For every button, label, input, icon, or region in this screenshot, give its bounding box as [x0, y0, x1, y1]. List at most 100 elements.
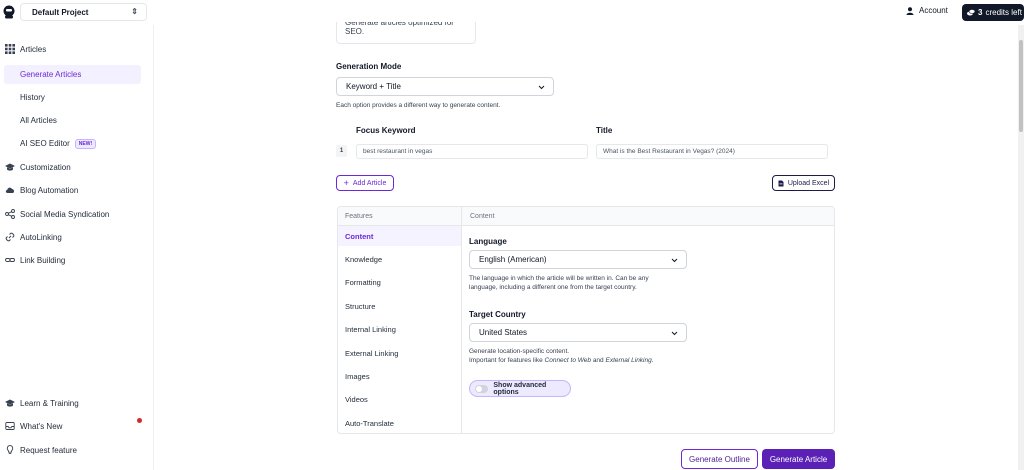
- generate-article-button[interactable]: Generate Article: [762, 449, 835, 469]
- upload-excel-button[interactable]: Upload Excel: [772, 175, 835, 191]
- generation-mode-value: Keyword + Title: [346, 82, 401, 91]
- grid-icon: [5, 44, 15, 54]
- sidebar-item-history[interactable]: History: [4, 88, 141, 107]
- share-icon: [5, 209, 15, 219]
- sidebar-item-label: History: [20, 93, 45, 102]
- chevron-down-icon: [671, 331, 678, 335]
- sidebar-item-label: AI SEO Editor: [20, 139, 70, 148]
- sidebar-item-ai-seo-editor[interactable]: AI SEO Editor NEW!: [4, 134, 141, 153]
- plus-icon: +: [343, 177, 349, 188]
- sidebar-item-label: Link Building: [20, 256, 66, 265]
- sidebar-item-label: AutoLinking: [20, 233, 62, 242]
- country-select[interactable]: United States: [469, 323, 687, 342]
- chevron-down-icon: [538, 85, 545, 89]
- sidebar-item-label: Social Media Syndication: [20, 210, 110, 219]
- sidebar-item-blog-automation[interactable]: Blog Automation: [4, 181, 141, 200]
- language-select[interactable]: English (American): [469, 250, 687, 269]
- feature-tab-images[interactable]: Images: [338, 366, 461, 386]
- focus-keyword-value: best restaurant in vegas: [363, 148, 433, 155]
- sidebar-item-social-media[interactable]: Social Media Syndication: [4, 205, 141, 224]
- sidebar-item-link-building[interactable]: Link Building: [4, 251, 141, 270]
- feature-tab-formatting[interactable]: Formatting: [338, 272, 461, 292]
- sidebar-item-label: Request feature: [20, 446, 77, 455]
- credits-badge[interactable]: 3 credits left: [962, 4, 1024, 21]
- feature-tab-knowledge[interactable]: Knowledge: [338, 249, 461, 269]
- feature-tab-structure[interactable]: Structure: [338, 296, 461, 316]
- country-help: Generate location-specific content. Impo…: [469, 347, 654, 365]
- advanced-options-label: Show advanced options: [493, 381, 547, 396]
- inbox-icon: [5, 422, 15, 430]
- sidebar-item-articles[interactable]: Articles: [4, 40, 141, 59]
- user-icon: [906, 6, 914, 15]
- focus-keyword-header: Focus Keyword: [356, 126, 416, 135]
- title-input[interactable]: What is the Best Restaurant in Vegas? (2…: [596, 144, 828, 159]
- logo-icon[interactable]: [3, 5, 15, 19]
- file-icon: [778, 180, 784, 186]
- country-help-text: .: [651, 357, 654, 364]
- features-header: Features: [338, 207, 462, 226]
- feature-tab-external-linking[interactable]: External Linking: [338, 343, 461, 363]
- chevron-updown-icon: ⇕: [131, 7, 138, 16]
- sidebar-item-label: Learn & Training: [20, 399, 79, 408]
- feature-tab-videos[interactable]: Videos: [338, 389, 461, 409]
- country-help-line: Important for features like Connect to W…: [469, 356, 654, 365]
- account-label: Account: [919, 6, 948, 15]
- new-badge: NEW!: [74, 138, 97, 149]
- generation-mode-select[interactable]: Keyword + Title: [336, 77, 554, 96]
- credits-suffix: credits left: [985, 8, 1022, 17]
- feature-tab-content[interactable]: Content: [338, 226, 461, 246]
- features-list: Content Knowledge Formatting Structure I…: [338, 226, 462, 433]
- country-help-text: Important for features like: [469, 357, 545, 364]
- generate-outline-label: Generate Outline: [689, 454, 750, 464]
- row-number: 1: [336, 145, 347, 157]
- add-article-label: Add Article: [352, 179, 387, 187]
- chevron-down-icon: [671, 258, 678, 262]
- project-selector[interactable]: Default Project ⇕: [20, 3, 147, 21]
- sidebar-item-label: Customization: [20, 163, 71, 172]
- advanced-options-toggle[interactable]: Show advanced options: [469, 380, 571, 397]
- sidebar-item-autolinking[interactable]: AutoLinking: [4, 228, 141, 247]
- sidebar-item-generate-articles[interactable]: Generate Articles: [4, 65, 141, 84]
- sidebar-item-label: Articles: [20, 45, 47, 54]
- chain-icon: [5, 258, 15, 262]
- sidebar-item-label: What's New: [20, 422, 63, 431]
- scrollbar-thumb[interactable]: [1019, 40, 1023, 132]
- project-name: Default Project: [32, 7, 89, 17]
- sidebar-item-customization[interactable]: Customization: [4, 158, 141, 177]
- cloud-icon: [5, 187, 15, 193]
- language-value: English (American): [479, 255, 547, 264]
- generate-article-label: Generate Article: [769, 454, 828, 464]
- title-header: Title: [596, 126, 613, 135]
- focus-keyword-input[interactable]: best restaurant in vegas: [356, 144, 588, 159]
- language-help: The language in which the article will b…: [469, 274, 649, 292]
- add-article-button[interactable]: + Add Article: [336, 175, 394, 191]
- graduation-cap-icon: [5, 163, 15, 171]
- language-label: Language: [469, 237, 507, 246]
- sidebar-item-request-feature[interactable]: Request feature: [4, 441, 141, 460]
- country-help-line: Generate location-specific content.: [469, 348, 570, 355]
- description-text: Generate articles optimized for SEO.: [345, 22, 454, 36]
- sidebar-item-all-articles[interactable]: All Articles: [4, 111, 141, 130]
- country-help-text: and: [591, 357, 606, 364]
- sidebar-item-label: All Articles: [20, 116, 57, 125]
- sidebar-item-whats-new[interactable]: What's New: [4, 417, 141, 436]
- top-bar: Default Project ⇕ Account 3 credits left: [0, 0, 1024, 25]
- country-label: Target Country: [469, 310, 526, 319]
- sidebar-item-learn-training[interactable]: Learn & Training: [4, 394, 141, 413]
- account-button[interactable]: Account: [906, 6, 948, 15]
- features-panel: Features Content Content Knowledge Forma…: [337, 206, 835, 434]
- feature-tab-internal-linking[interactable]: Internal Linking: [338, 319, 461, 339]
- generation-mode-label: Generation Mode: [336, 62, 402, 71]
- lightbulb-icon: [6, 445, 14, 455]
- country-help-emphasis: External Linking: [605, 357, 652, 364]
- toggle-switch[interactable]: [475, 384, 489, 393]
- upload-excel-label: Upload Excel: [787, 179, 830, 187]
- language-help-line: language, including a different one from…: [469, 284, 637, 291]
- generate-outline-button[interactable]: Generate Outline: [681, 449, 758, 469]
- country-value: United States: [479, 328, 528, 337]
- description-box: Generate articles optimized for SEO.: [336, 22, 476, 44]
- coins-icon: [967, 9, 975, 16]
- feature-tab-auto-translate[interactable]: Auto-Translate: [338, 413, 461, 433]
- sidebar-item-label: Generate Articles: [20, 70, 82, 79]
- link-icon: [5, 232, 15, 242]
